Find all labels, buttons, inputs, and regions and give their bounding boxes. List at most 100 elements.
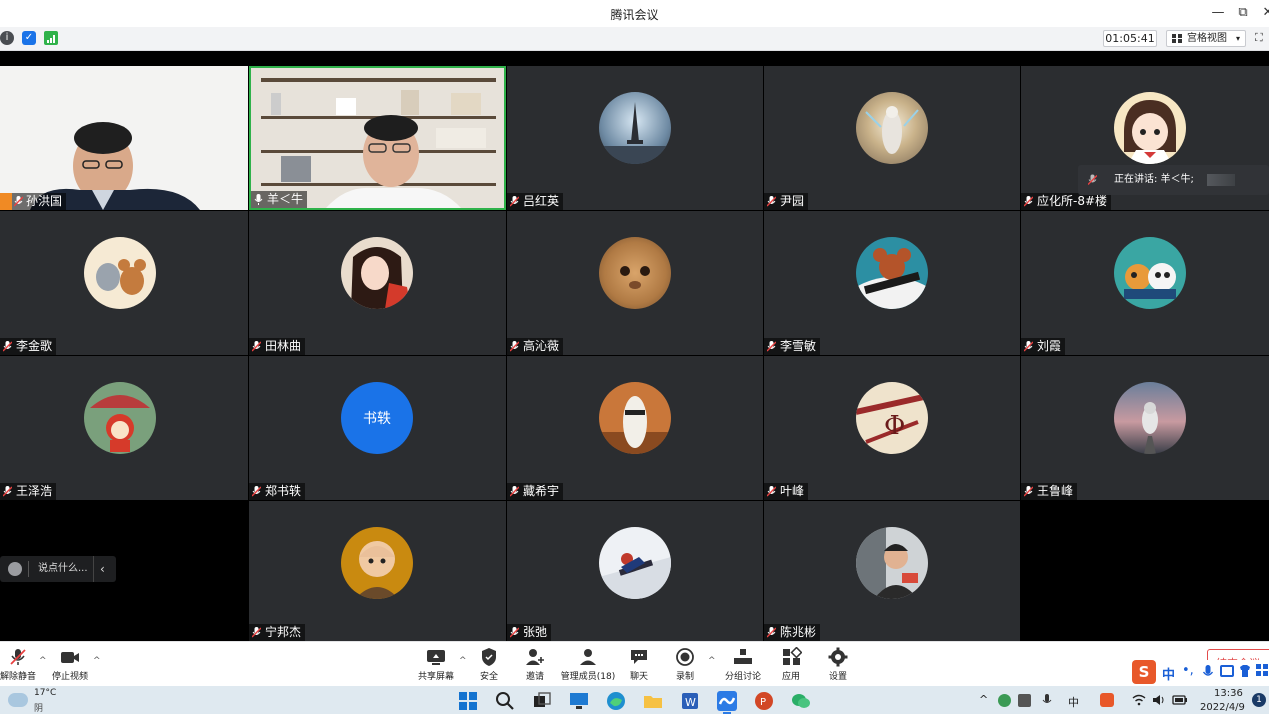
participant-tile[interactable]: 藏希宇: [507, 356, 763, 500]
participant-tile[interactable]: 刘霞: [1021, 211, 1269, 355]
participant-tile[interactable]: 王泽浩: [0, 356, 248, 500]
mic-muted-icon: [510, 486, 519, 497]
search-icon[interactable]: [495, 691, 515, 711]
participant-tile[interactable]: 李雪敏: [764, 211, 1020, 355]
participant-name-label: 高沁薇: [507, 338, 564, 355]
avatar-initials: 书轶: [363, 411, 391, 427]
restore-button[interactable]: ⧉: [1232, 3, 1254, 23]
participant-name-label: 叶峰: [764, 483, 809, 500]
powerpoint-app-icon[interactable]: P: [754, 691, 774, 711]
unmute-button[interactable]: 解除静音: [0, 647, 36, 682]
microphone-icon[interactable]: [1202, 664, 1214, 680]
ime-punctuation-toggle[interactable]: •,: [1182, 663, 1194, 678]
members-label: 管理成员(18): [560, 672, 616, 682]
participant-tile[interactable]: 王鲁峰: [1021, 356, 1269, 500]
weather-description[interactable]: 阴: [34, 701, 43, 714]
participant-avatar: [599, 382, 671, 454]
speaking-label: 正在讲话: 羊＜牛;: [1114, 174, 1194, 185]
svg-text:P: P: [760, 697, 766, 708]
shield-icon[interactable]: ✓: [22, 31, 36, 45]
share-screen-button[interactable]: 共享屏幕: [416, 647, 456, 682]
mic-muted-icon: [3, 486, 12, 497]
mic-muted-icon: [14, 196, 23, 207]
chevron-up-icon[interactable]: ^: [459, 656, 467, 666]
chevron-up-icon[interactable]: ^: [93, 656, 101, 666]
mic-muted-icon: [10, 649, 26, 665]
weather-temperature[interactable]: 17°C: [34, 688, 56, 698]
chevron-up-icon[interactable]: ^: [39, 656, 47, 666]
participant-avatar: [1114, 92, 1186, 164]
skin-icon[interactable]: [1238, 664, 1252, 678]
participant-tile[interactable]: 吕红英: [507, 66, 763, 210]
chevron-up-icon[interactable]: ^: [708, 656, 716, 666]
participant-tile[interactable]: 书轶 郑书轶: [249, 356, 506, 500]
mic-muted-icon: [510, 196, 519, 207]
security-label: 安全: [479, 672, 498, 682]
participant-tile[interactable]: 李金歌: [0, 211, 248, 355]
invite-button[interactable]: 邀请: [520, 647, 550, 682]
wechat-app-icon[interactable]: [791, 691, 811, 711]
wifi-icon[interactable]: [1132, 694, 1146, 706]
participant-tile[interactable]: 羊＜牛: [249, 66, 506, 210]
apps-button[interactable]: 应用: [776, 647, 806, 682]
view-mode-dropdown[interactable]: 宫格视图 ▾: [1166, 30, 1246, 47]
chevron-left-icon[interactable]: ‹: [100, 556, 105, 582]
info-icon[interactable]: i: [0, 31, 14, 45]
participant-avatar: [856, 92, 928, 164]
notification-badge[interactable]: 1: [1252, 693, 1266, 707]
close-button[interactable]: ✕: [1257, 3, 1269, 23]
record-button[interactable]: 录制: [670, 647, 700, 682]
security-button[interactable]: 安全: [474, 647, 504, 682]
clock-time[interactable]: 13:36: [1214, 688, 1243, 699]
sogou-tray-icon[interactable]: [1100, 693, 1114, 707]
participant-tile[interactable]: 张弛: [507, 501, 763, 641]
participant-tile[interactable]: 尹园: [764, 66, 1020, 210]
file-explorer-icon[interactable]: [643, 691, 663, 711]
participant-tile[interactable]: 高沁薇: [507, 211, 763, 355]
chevron-up-icon[interactable]: ^: [979, 693, 988, 706]
ime-language-toggle[interactable]: 中: [1162, 664, 1175, 683]
chat-placeholder[interactable]: 说点什么...: [38, 556, 88, 582]
chat-button[interactable]: 聊天: [624, 647, 654, 682]
volume-icon[interactable]: [1152, 694, 1166, 706]
settings-button[interactable]: 设置: [823, 647, 853, 682]
participant-name-label: 吕红英: [507, 193, 564, 210]
minimize-button[interactable]: —: [1207, 3, 1229, 23]
fullscreen-icon[interactable]: ⛶: [1255, 31, 1269, 45]
word-app-icon[interactable]: W: [680, 691, 700, 711]
weather-cloud-icon[interactable]: [8, 693, 28, 707]
toolbox-icon[interactable]: [1256, 664, 1269, 678]
participant-tile[interactable]: 田林曲: [249, 211, 506, 355]
tray-app-icon[interactable]: [998, 694, 1011, 707]
edge-browser-icon[interactable]: [606, 691, 626, 711]
meeting-timer: 01:05:41: [1103, 30, 1157, 47]
microphone-icon[interactable]: [1042, 693, 1052, 707]
input-language-indicator[interactable]: 中: [1068, 694, 1079, 710]
signal-icon[interactable]: [44, 31, 58, 45]
tencent-meeting-icon[interactable]: [717, 691, 737, 711]
participant-tile[interactable]: 宁邦杰: [249, 501, 506, 641]
participant-name-label: 李雪敏: [764, 338, 821, 355]
manage-members-button[interactable]: 管理成员(18): [559, 647, 617, 682]
stop-video-button[interactable]: 停止视频: [50, 647, 90, 682]
breakout-icon: [734, 649, 752, 664]
keyboard-icon[interactable]: [1220, 665, 1234, 677]
participant-tile[interactable]: 孙洪国: [0, 66, 248, 210]
stop-video-label: 停止视频: [51, 672, 88, 682]
monitor-app-icon[interactable]: [569, 691, 589, 711]
battery-icon[interactable]: [1172, 694, 1188, 706]
tray-app-icon[interactable]: [1018, 694, 1031, 707]
view-mode-label: 宫格视图: [1187, 33, 1227, 44]
participant-name: 王鲁峰: [1037, 484, 1074, 498]
chat-quick-input[interactable]: 说点什么... ‹: [0, 556, 116, 582]
participant-name: 叶峰: [780, 484, 805, 498]
clock-date[interactable]: 2022/4/9: [1200, 702, 1245, 713]
participant-tile[interactable]: 陈兆彬: [764, 501, 1020, 641]
task-view-icon[interactable]: [532, 691, 552, 711]
emoji-icon[interactable]: [8, 562, 22, 576]
breakout-rooms-button[interactable]: 分组讨论: [723, 647, 763, 682]
participant-avatar: [856, 237, 928, 309]
participant-tile[interactable]: Φ 叶峰: [764, 356, 1020, 500]
sogou-logo-icon[interactable]: S: [1132, 660, 1156, 684]
windows-start-icon[interactable]: [458, 691, 478, 711]
